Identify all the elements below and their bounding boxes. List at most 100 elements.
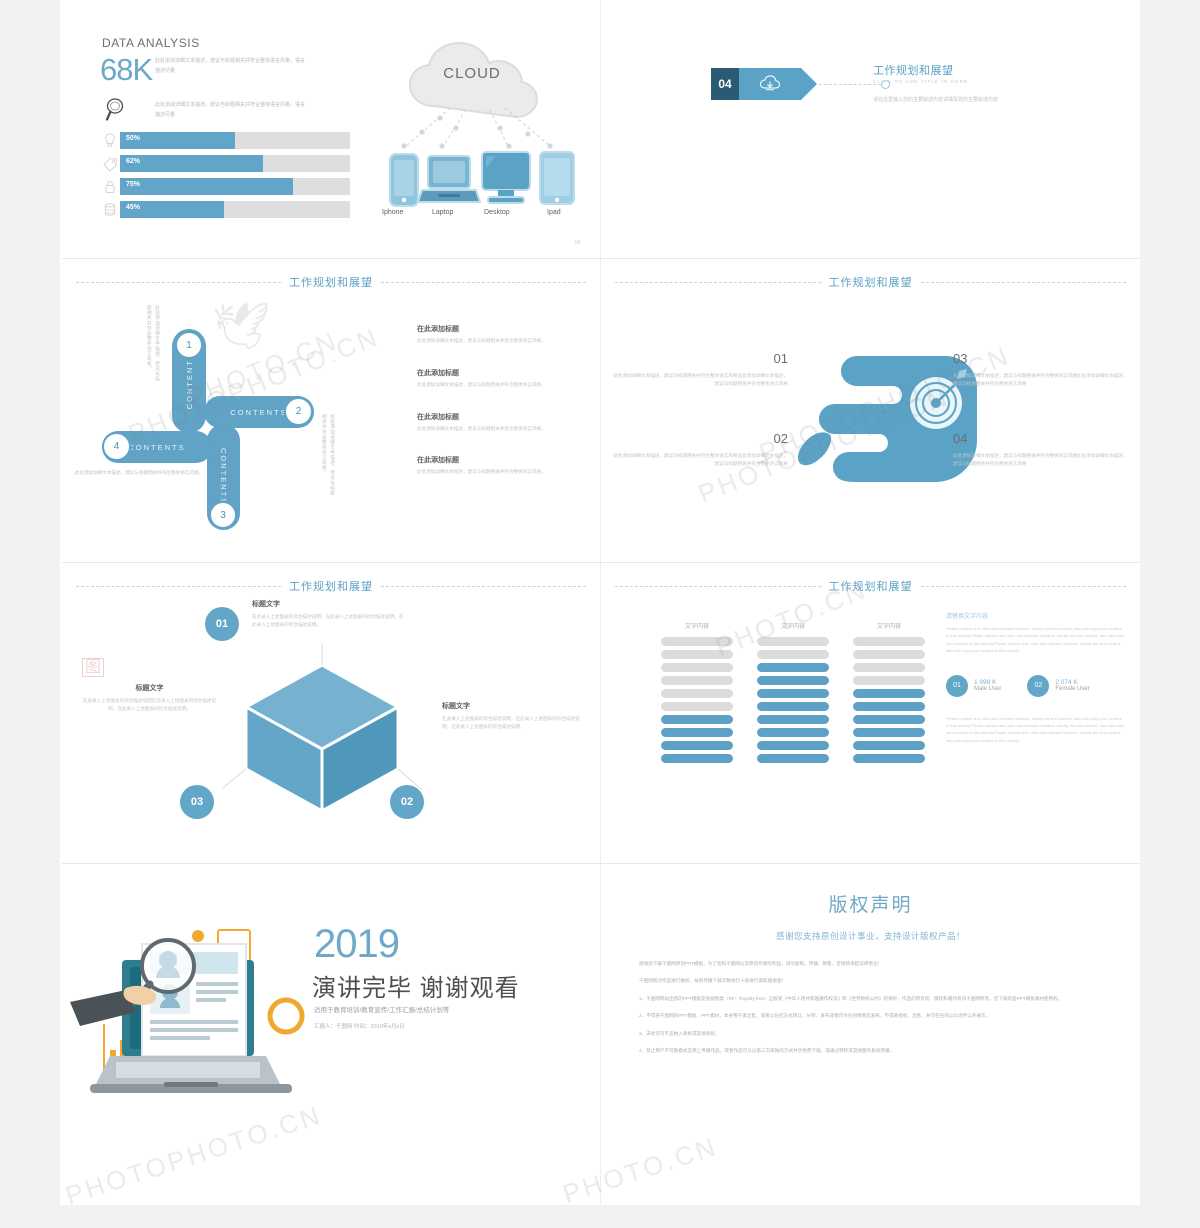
pill-filled (853, 715, 925, 724)
item-number: 04 (953, 430, 968, 446)
header-dash-left (615, 281, 821, 283)
hand-holding-target-icon (771, 341, 981, 506)
data-analysis-desc-2: 此处添加详细文本描述，建议与标题相关并符合整体语言风格，语言描述尽量 (155, 102, 306, 118)
cube-item-03[interactable]: 标题文字 在此录入上述图表的综合描述说明在此录入上述图表的综合描述说明，在此录入… (82, 683, 217, 713)
item-01[interactable]: 01 此处添加详细文本描述，建议与标题相关并符合整体语言风格此处添加详细文本描述… (613, 351, 788, 389)
item-desc: 此处添加详细文本描述，建议与标题相关并符合整体语言风格此处添加详细文本描述，建议… (613, 452, 788, 466)
database-icon (100, 201, 120, 218)
cube-item-desc: 在此录入上述图表的综合描述说明在此录入上述图表的综合描述说明，在此录入上述图表的… (82, 698, 217, 712)
cube-number-02[interactable]: 02 (390, 785, 424, 819)
slide-header-title: 工作规划和展望 (828, 277, 913, 289)
capsule-label-4: CONTENTS (128, 442, 186, 452)
data-analysis-heading: DATA ANALYSIS (102, 36, 200, 50)
pill-empty (853, 637, 925, 646)
slide-contents-pinwheel[interactable]: 工作规划和展望 CONTENTS 1 CONTENTS 2 CONTENTS 3… (62, 259, 600, 562)
stat-female[interactable]: 02 2 074 K Female User (1027, 674, 1090, 697)
pill-filled (757, 689, 829, 698)
list-item-title: 在此添加标题 (417, 326, 459, 333)
slide-pill-chart[interactable]: 工作规划和展望 文字内容 文字内容 文字内容 请替换文字内容 Please re… (601, 563, 1140, 863)
slide-header-title: 工作规划和展望 (289, 581, 373, 593)
slide-copyright[interactable]: 版权声明 感谢您支持原创设计事业，支持设计版权产品！ 感谢您下载千图网原创PPT… (601, 864, 1140, 1205)
list-item-title: 在此添加标题 (417, 369, 459, 377)
cube-item-01[interactable]: 标题文字 在此录入上述图表的综合描述说明，在此录入上述图表的综合描述说明，在此录… (252, 599, 407, 629)
pill-filled (853, 728, 925, 737)
big-number: 68K (100, 52, 153, 87)
stat-badge: 02 (1027, 674, 1050, 697)
slide-cube[interactable]: 工作规划和展望 01 02 03 标题文字 在此录入上述图表的综合描述说明，在此… (62, 563, 600, 863)
contents-number-3[interactable]: 3 (209, 501, 237, 529)
copyright-paragraph: 感谢您下载千图网原创PPT模板，为了您和千图网以及原创作者的利益，请勿复制、传播… (639, 961, 883, 966)
pill-filled (757, 663, 829, 672)
stat-label: Female User (1055, 686, 1090, 693)
header-dash-right (381, 281, 586, 283)
stat-male[interactable]: 01 1 998 K Male User (946, 674, 1001, 697)
slide-thank-you[interactable]: 2019 演讲完毕 谢谢观看 适用于教育培训/教育宣传/工作汇报/总结计划等 汇… (62, 864, 600, 1205)
bulb-icon (100, 132, 120, 149)
contents-item-list: 在此添加标题 此处添加详细文本描述，建议与标题相关并符合整体语言风格。 在此添加… (417, 324, 592, 499)
header-dash-left (615, 585, 821, 587)
pill-column-2[interactable]: 文字内容 (757, 621, 829, 767)
slide-section-header[interactable]: 04 工作规划和展望 CLICK TO ADD TITLE IN HERE 请在… (601, 0, 1140, 258)
slide-hand-target[interactable]: 工作规划和展望 01 此处添加详细文本描述，建议与标题相关并符合整体语言风格此处… (601, 259, 1140, 562)
hand-target-left-column: 01 此处添加详细文本描述，建议与标题相关并符合整体语言风格此处添加详细文本描述… (613, 351, 788, 510)
pill-column-1[interactable]: 文字内容 (661, 621, 733, 767)
pill-empty (757, 650, 829, 659)
year-label: 2019 (314, 922, 400, 966)
pill-filled (853, 702, 925, 711)
bar-row[interactable]: 50% (100, 132, 350, 149)
device-label-iphone: Iphone (382, 209, 404, 216)
bar-track: 75% (120, 178, 350, 195)
cube-item-desc: 在此录入上述图表的综合描述说明，在此录入上述图表的综合描述说明，在此录入上述图表… (252, 614, 404, 628)
header-dash-right (920, 281, 1126, 283)
header-dash-left (76, 585, 281, 587)
item-02[interactable]: 02 此处添加详细文本描述，建议与标题相关并符合整体语言风格此处添加详细文本描述… (613, 431, 788, 469)
copyright-body: 感谢您下载千图网原创PPT模板，为了您和千图网以及原创作者的利益，请勿复制、传播… (639, 960, 1102, 1056)
cloud-label: CLOUD (443, 65, 501, 82)
contents-number-2[interactable]: 2 (284, 397, 313, 426)
list-item[interactable]: 在此添加标题 此处添加详细文本描述，建议与标题相关并符合整体语言风格。 (417, 324, 592, 345)
list-item-title: 在此添加标题 (417, 413, 459, 421)
contents-number-4[interactable]: 4 (102, 432, 131, 461)
pill-chart: 文字内容 文字内容 文字内容 (661, 621, 925, 767)
contents-side-text-1: 此处添加详细文本描述，建议与标题相关并符合整体语言风格。 (147, 305, 161, 382)
contents-number-1[interactable]: 1 (175, 331, 203, 359)
bar-row[interactable]: 62% (100, 155, 350, 172)
chart-side-panel: 请替换文字内容 Please replace text, click add r… (946, 611, 1126, 744)
device-label-desktop: Desktop (484, 209, 510, 216)
pill-filled (757, 676, 829, 685)
item-04[interactable]: 04 此处添加详细文本描述，建议与标题相关并符合整体语言风格此处添加详细文本描述… (953, 431, 1128, 469)
section-subtitle: CLICK TO ADD TITLE IN HERE (873, 79, 969, 84)
pill-column-3[interactable]: 文字内容 (853, 621, 925, 767)
slide-header-title: 工作规划和展望 (828, 581, 913, 593)
stat-value: 2 074 K (1055, 679, 1078, 687)
section-badge[interactable]: 04 (711, 68, 890, 100)
bar-track: 62% (120, 155, 350, 172)
bar-label: 50% (126, 135, 141, 142)
item-03[interactable]: 03 此处添加详细文本描述，建议与标题相关并符合整体语言风格此处添加详细文本描述… (953, 351, 1128, 389)
list-item[interactable]: 在此添加标题 此处添加详细文本描述，建议与标题相关并符合整体语言风格。 (417, 368, 592, 389)
bar-track: 45% (120, 201, 350, 218)
pill-column-header: 文字内容 (876, 624, 901, 630)
progress-bar-list: 50% 62% 75% 45% (100, 132, 350, 224)
header-dash-right (920, 585, 1126, 587)
bar-fill (120, 178, 293, 195)
copyright-paragraph: 3、未经许可不品纳入商标或其他商标。 (639, 1030, 720, 1036)
list-item[interactable]: 在此添加标题 此处添加详细文本描述，建议与标题相关并符合整体语言风格。 (417, 412, 592, 433)
bar-row[interactable]: 45% (100, 201, 350, 218)
list-item[interactable]: 在此添加标题 此处添加详细文本描述，建议与标题相关并符合整体语言风格。 (417, 455, 592, 476)
section-number: 04 (711, 68, 739, 100)
cube-item-title: 标题文字 (252, 601, 280, 608)
cube-item-02[interactable]: 标题文字 在此录入上述图表的综合描述说明，在此录入上述图表的综合描述说明，在此录… (442, 701, 587, 731)
iphone-icon (389, 153, 419, 207)
bar-row[interactable]: 75% (100, 178, 350, 195)
pill-empty (661, 650, 733, 659)
slide-data-analysis[interactable]: DATA ANALYSIS 68K 此处添加详细文本描述，建议与标题相关并符合整… (62, 0, 600, 258)
pill-column-header: 文字内容 (780, 624, 805, 630)
device-label-laptop: Laptop (432, 209, 454, 216)
pill-filled (757, 728, 829, 737)
cube-number-03[interactable]: 03 (180, 785, 214, 819)
presenter-meta: 汇报人：千图网 时间：2019年x月x日 (314, 1024, 405, 1030)
cube-number-01[interactable]: 01 (205, 607, 239, 641)
pill-filled (853, 754, 925, 763)
stat-row: 01 1 998 K Male User 02 2 074 K Female U… (946, 674, 1126, 697)
